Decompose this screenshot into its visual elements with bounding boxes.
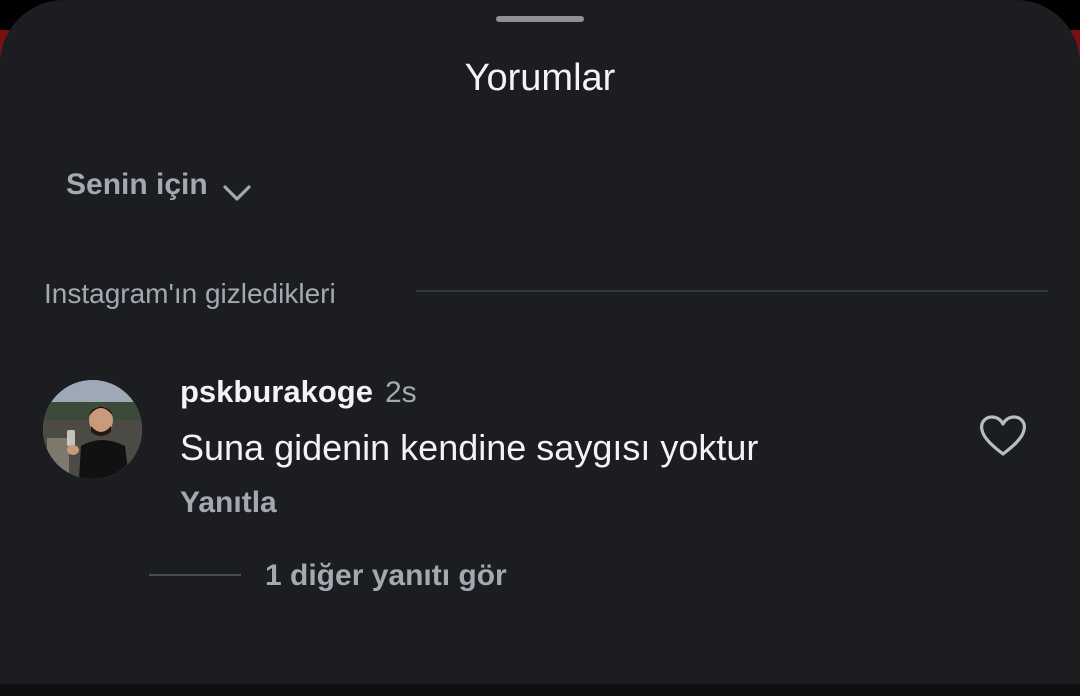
bottom-edge [0, 684, 1080, 696]
sheet-title: Yorumlar [464, 57, 616, 99]
avatar[interactable] [43, 380, 142, 479]
sort-label: Senin için [66, 168, 208, 201]
comment-username[interactable]: pskburakoge [180, 372, 373, 412]
drag-handle[interactable] [496, 16, 584, 22]
comment-header: pskburakoge 2s [180, 372, 417, 413]
section-divider [416, 290, 1048, 292]
sort-dropdown[interactable]: Senin için [66, 166, 252, 204]
reply-button[interactable]: Yanıtla [180, 484, 277, 522]
heart-outline-icon[interactable] [978, 414, 1028, 458]
chevron-down-icon [222, 175, 252, 201]
hidden-comments-label[interactable]: Instagram'ın gizledikleri [44, 276, 336, 312]
view-replies-button[interactable]: 1 diğer yanıtı gör [265, 558, 507, 594]
replies-indent-line [149, 574, 241, 576]
comment-timestamp: 2s [384, 376, 417, 409]
comments-bottom-sheet: Yorumlar Senin için Instagram'ın gizledi… [0, 0, 1080, 684]
comment-text: Suna gidenin kendine saygısı yoktur [180, 427, 759, 468]
